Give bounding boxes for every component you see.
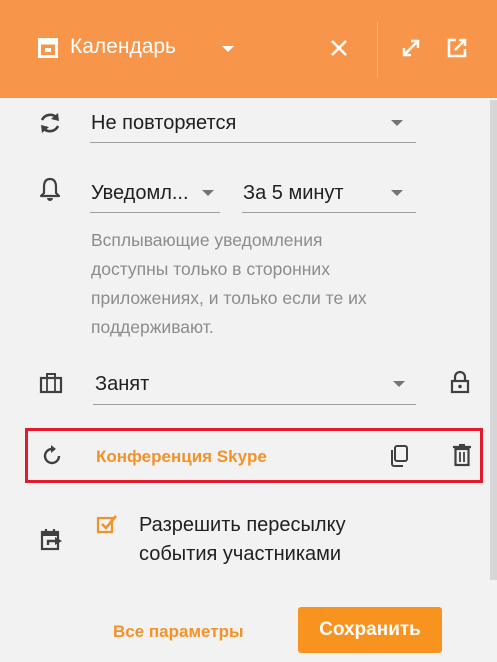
header-divider	[377, 22, 378, 78]
calendar-icon	[38, 38, 58, 58]
notification-time-dropdown-icon[interactable]	[391, 190, 403, 196]
forwarding-checkbox[interactable]	[96, 513, 118, 535]
notification-time-value[interactable]: За 5 минут	[243, 180, 344, 206]
hint-line: поддерживают.	[91, 317, 214, 337]
hint-line: приложениях, и только если те их	[91, 288, 367, 308]
repeat-underline	[90, 142, 416, 143]
refresh-icon	[43, 445, 61, 465]
forwarding-label-line: Разрешить пересылку	[139, 514, 346, 536]
notification-type-value[interactable]: Уведомл...	[91, 180, 189, 206]
busy-underline	[93, 404, 416, 405]
notification-time-underline	[242, 212, 416, 213]
hint-line: Всплывающие уведомления	[91, 230, 323, 250]
forwarding-label-line: события участниками	[139, 543, 342, 565]
repeat-icon	[40, 113, 60, 133]
repeat-select-value[interactable]: Не повторяется	[91, 110, 236, 136]
copy-icon[interactable]	[389, 444, 409, 468]
dropdown-icon[interactable]	[222, 46, 234, 52]
repeat-dropdown-icon[interactable]	[391, 120, 403, 126]
header-bar: Календарь	[0, 0, 497, 98]
expand-icon[interactable]	[400, 37, 422, 59]
close-icon[interactable]	[329, 38, 349, 58]
forward-calendar-icon	[40, 529, 62, 551]
notification-hint: Всплывающие уведомления доступны только …	[91, 226, 471, 342]
scrollbar[interactable]	[490, 100, 497, 580]
briefcase-icon	[39, 373, 63, 394]
save-button[interactable]: Сохранить	[298, 607, 442, 653]
trash-icon[interactable]	[452, 443, 472, 467]
calendar-title[interactable]: Календарь	[70, 33, 176, 61]
busy-status-value[interactable]: Занят	[95, 371, 149, 397]
hint-line: доступны только в сторонних	[91, 259, 330, 279]
forwarding-label[interactable]: Разрешить пересылку события участниками	[139, 511, 346, 569]
skype-conference-label[interactable]: Конференция Skype	[96, 446, 267, 468]
notification-type-underline	[90, 212, 220, 213]
all-params-link[interactable]: Все параметры	[113, 621, 244, 643]
notification-type-dropdown-icon[interactable]	[202, 190, 214, 196]
bell-icon	[39, 177, 61, 201]
busy-dropdown-icon[interactable]	[393, 381, 405, 387]
open-external-icon[interactable]	[446, 37, 468, 59]
lock-icon[interactable]	[450, 370, 470, 394]
